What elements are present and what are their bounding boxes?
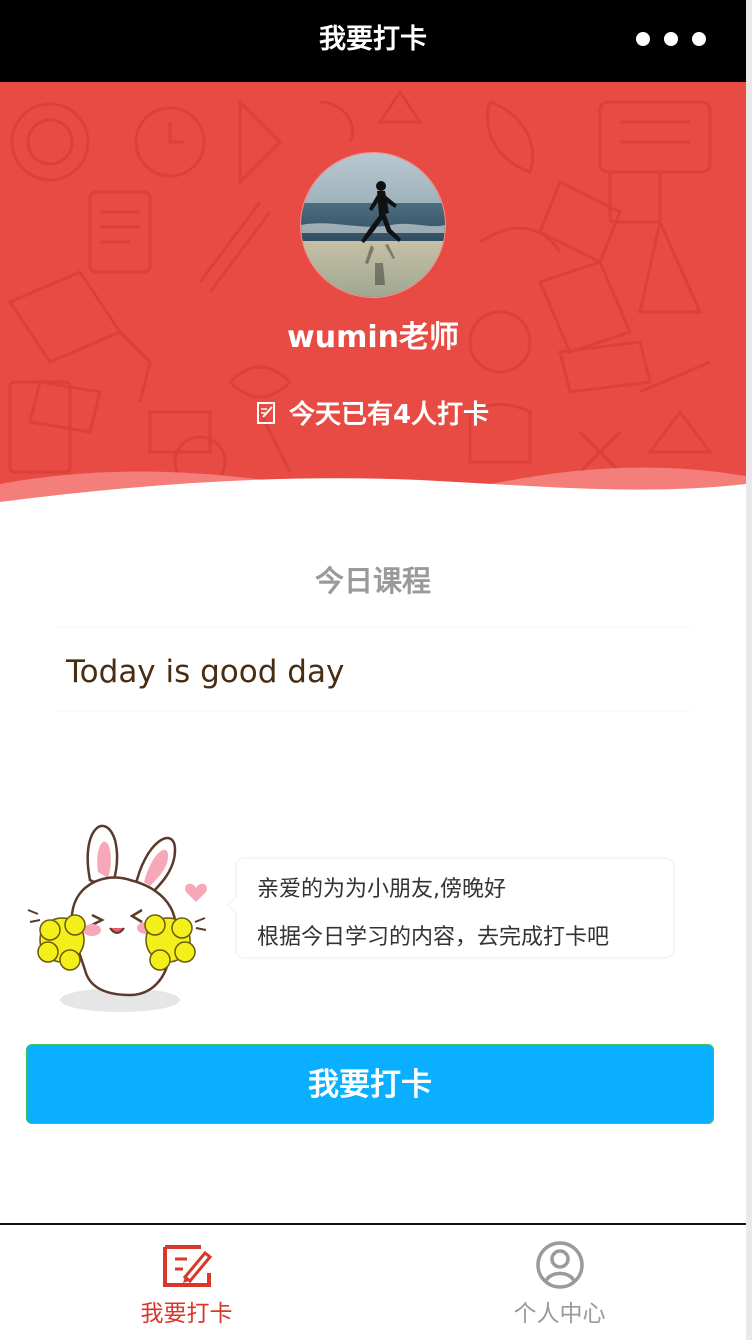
divider [55,626,691,628]
page-title: 我要打卡 [319,24,427,55]
profile-banner: wumin老师 今天已有4人打卡 [0,82,746,512]
teacher-avatar [300,152,446,298]
banner-wave-divider [0,467,746,512]
tab-checkin-label: 我要打卡 [140,1301,233,1327]
today-course-content: Today is good day [66,654,345,690]
cheering-bunny-mascot [27,824,207,1012]
checkin-count-text: 今天已有4人打卡 [288,400,490,430]
more-dot-icon [636,32,650,46]
greeting-line-1: 亲爱的为为小朋友,傍晚好 [257,877,506,902]
tab-profile[interactable]: 个人中心 [373,1225,746,1340]
bottom-tab-bar: 我要打卡 个人中心 [0,1223,746,1340]
today-course-heading: 今日课程 [314,564,431,598]
more-dot-icon [692,32,706,46]
navigation-bar: 我要打卡 [0,0,746,82]
checkin-button[interactable]: 我要打卡 [26,1044,714,1124]
user-profile-icon [535,1241,584,1289]
checkin-edit-icon [162,1245,212,1287]
teacher-name: wumin老师 [287,320,459,355]
note-edit-icon [256,401,275,424]
runner-on-beach-photo [301,153,445,297]
tab-checkin[interactable]: 我要打卡 [0,1225,373,1340]
divider [55,710,691,712]
checkin-count-row: 今天已有4人打卡 [0,394,746,431]
greeting-speech-bubble: 亲爱的为为小朋友,傍晚好 根据今日学习的内容，去完成打卡吧 [227,858,674,958]
more-dot-icon [664,32,678,46]
more-options-button[interactable] [636,30,706,48]
tab-profile-label: 个人中心 [513,1301,606,1327]
checkin-page: 我要打卡 wumin老师 今天已有4人打卡 今日课程 Today is good… [0,0,752,1340]
greeting-line-2: 根据今日学习的内容，去完成打卡吧 [257,925,610,950]
